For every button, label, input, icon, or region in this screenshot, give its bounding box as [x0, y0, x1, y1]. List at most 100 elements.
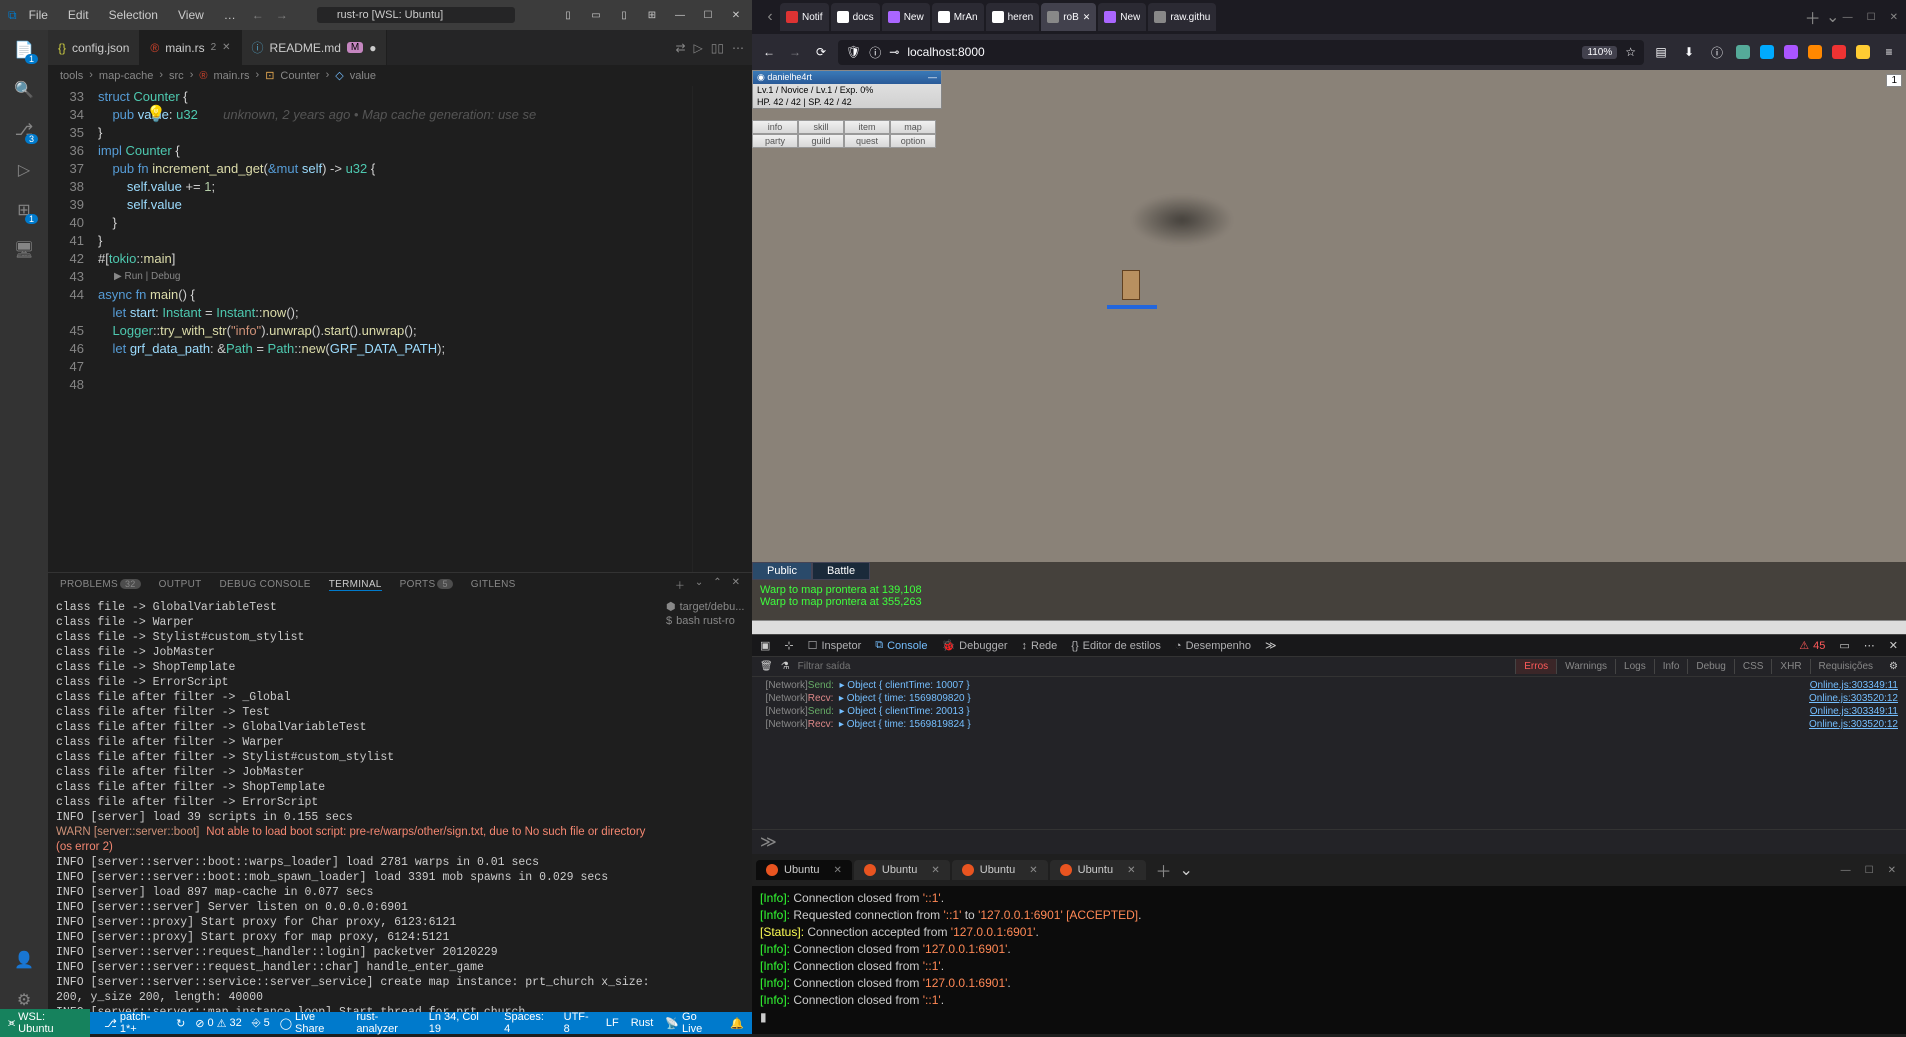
zoom-badge[interactable]: 110%	[1582, 46, 1617, 59]
tabs-dropdown-icon[interactable]: ⌄	[1823, 7, 1843, 27]
browser-tab[interactable]: New	[882, 3, 930, 31]
ext-icon[interactable]	[1784, 45, 1798, 59]
wt-new-tab[interactable]: ＋	[1148, 858, 1180, 882]
new-terminal-icon[interactable]: ＋	[675, 577, 685, 592]
dt-console[interactable]: ⧉ Console	[875, 639, 927, 652]
game-menu-skill[interactable]: skill	[798, 120, 844, 134]
language[interactable]: Rust	[631, 1011, 654, 1035]
settings-icon[interactable]: ⚙	[1889, 661, 1898, 672]
filter-debug[interactable]: Debug	[1687, 659, 1733, 674]
bookmark-icon[interactable]: ☆	[1625, 45, 1636, 59]
terminal-output[interactable]: [Info]: Connection closed from '::1'.[In…	[752, 886, 1906, 1034]
game-menu-option[interactable]: option	[890, 134, 936, 148]
tab-main-rs[interactable]: ® main.rs 2 ✕	[140, 30, 241, 65]
layout-right-icon[interactable]: ▯	[616, 7, 632, 23]
panel-output[interactable]: OUTPUT	[159, 579, 202, 590]
menu-selection[interactable]: Selection	[101, 4, 166, 26]
ext-icon[interactable]	[1760, 45, 1774, 59]
analyzer[interactable]: rust-analyzer	[356, 1011, 418, 1035]
wt-dropdown-icon[interactable]: ⌄	[1180, 860, 1193, 880]
breadcrumb[interactable]: tools› map-cache› src› ® main.rs› ⊡ Coun…	[48, 65, 752, 86]
explorer-icon[interactable]: 📄1	[12, 38, 36, 62]
panel-problems[interactable]: PROBLEMS32	[60, 579, 141, 590]
ext-icon[interactable]	[1808, 45, 1822, 59]
chat-tab-public[interactable]: Public	[752, 562, 812, 580]
maximize-icon[interactable]: ☐	[1865, 865, 1874, 876]
close-icon[interactable]: ✕	[1888, 865, 1896, 876]
panel-terminal[interactable]: TERMINAL	[329, 579, 382, 591]
wt-tab[interactable]: Ubuntu✕	[1050, 860, 1146, 880]
notifications-icon[interactable]: 🔔	[730, 1011, 744, 1035]
panel-debug-console[interactable]: DEBUG CONSOLE	[220, 579, 311, 590]
run-icon[interactable]: ▷	[694, 41, 703, 55]
game-menu-quest[interactable]: quest	[844, 134, 890, 148]
close-icon[interactable]: ✕	[1890, 12, 1898, 23]
changes-indicator[interactable]: ⎆ 5	[252, 1017, 270, 1030]
tab-scroll-left[interactable]: ‹	[760, 8, 780, 26]
layout-left-icon[interactable]: ▯	[560, 7, 576, 23]
branch-indicator[interactable]: ⎇ patch-1*+	[104, 1011, 166, 1035]
panel-gitlens[interactable]: GITLENS	[471, 579, 516, 590]
maximize-icon[interactable]: ☐	[700, 7, 716, 23]
minimize-icon[interactable]: —	[1843, 12, 1853, 23]
filter-logs[interactable]: Logs	[1615, 659, 1654, 674]
browser-tab[interactable]: Notif	[780, 3, 829, 31]
panel-ports[interactable]: PORTS5	[400, 579, 453, 590]
chat-tab-battle[interactable]: Battle	[812, 562, 870, 580]
filter-info[interactable]: Info	[1654, 659, 1688, 674]
spaces[interactable]: Spaces: 4	[504, 1011, 551, 1035]
close-panel-icon[interactable]: ✕	[732, 577, 740, 592]
back-icon[interactable]: ←	[760, 45, 778, 59]
code-editor[interactable]: 333435363738394041424344 45464748 💡 stru…	[48, 86, 752, 572]
game-menu-party[interactable]: party	[752, 134, 798, 148]
close-icon[interactable]: ✕	[222, 42, 230, 53]
ext-icon[interactable]	[1856, 45, 1870, 59]
dt-close-icon[interactable]: ✕	[1889, 639, 1898, 652]
command-center[interactable]	[316, 6, 516, 24]
wt-tab[interactable]: Ubuntu✕	[756, 860, 852, 880]
menu-view[interactable]: View	[170, 4, 212, 26]
game-menu-info[interactable]: info	[752, 120, 798, 134]
nav-forward[interactable]: →	[272, 8, 292, 22]
minimize-icon[interactable]: —	[672, 7, 688, 23]
menu-edit[interactable]: Edit	[60, 4, 97, 26]
reader-icon[interactable]: ▤	[1652, 45, 1670, 59]
filter-erros[interactable]: Erros	[1515, 659, 1556, 674]
maximize-icon[interactable]: ☐	[1867, 12, 1876, 23]
browser-tab[interactable]: docs	[831, 3, 880, 31]
lightbulb-icon[interactable]: 💡	[146, 104, 166, 124]
dt-style[interactable]: {} Editor de estilos	[1071, 640, 1161, 652]
game-menu-guild[interactable]: guild	[798, 134, 844, 148]
filter-css[interactable]: CSS	[1734, 659, 1772, 674]
extensions-icon[interactable]: ⊞1	[12, 198, 36, 222]
dt-inspector[interactable]: ☐ Inspetor	[808, 639, 862, 652]
forward-icon[interactable]: →	[786, 45, 804, 59]
terminal-item[interactable]: ⬢ target/debu...	[666, 600, 748, 613]
trash-icon[interactable]: 🗑	[760, 661, 773, 672]
reload-icon[interactable]: ⟳	[812, 45, 830, 59]
layout-bottom-icon[interactable]: ▭	[588, 7, 604, 23]
info-icon[interactable]: ⓘ	[1708, 44, 1726, 61]
nav-back[interactable]: ←	[248, 8, 268, 22]
picker-icon[interactable]: ⊹	[784, 639, 793, 652]
tab-config-json[interactable]: {} config.json	[48, 30, 140, 65]
scm-icon[interactable]: ⎇3	[12, 118, 36, 142]
dt-more-icon[interactable]: ⋯	[1864, 639, 1875, 652]
dt-network[interactable]: ↕ Rede	[1022, 640, 1058, 652]
sync-indicator[interactable]: ↻	[176, 1017, 185, 1030]
search-icon[interactable]: 🔍	[12, 78, 36, 102]
more-tabs-icon[interactable]: ≫	[1265, 639, 1277, 652]
settings-icon[interactable]: ⚙	[12, 988, 36, 1012]
browser-tab[interactable]: raw.githu	[1148, 3, 1216, 31]
terminal-item[interactable]: $ bash rust-ro	[666, 615, 748, 627]
ext-icon[interactable]	[1832, 45, 1846, 59]
wt-tab[interactable]: Ubuntu✕	[952, 860, 1048, 880]
encoding[interactable]: UTF-8	[564, 1011, 594, 1035]
account-icon[interactable]: 👤	[12, 948, 36, 972]
minimize-icon[interactable]: —	[1841, 865, 1851, 876]
menu-file[interactable]: File	[21, 4, 56, 26]
filter-input[interactable]	[798, 661, 1508, 672]
browser-tab[interactable]: MrAn	[932, 3, 984, 31]
menu-icon[interactable]: ≡	[1880, 45, 1898, 59]
debug-icon[interactable]: ▷	[12, 158, 36, 182]
